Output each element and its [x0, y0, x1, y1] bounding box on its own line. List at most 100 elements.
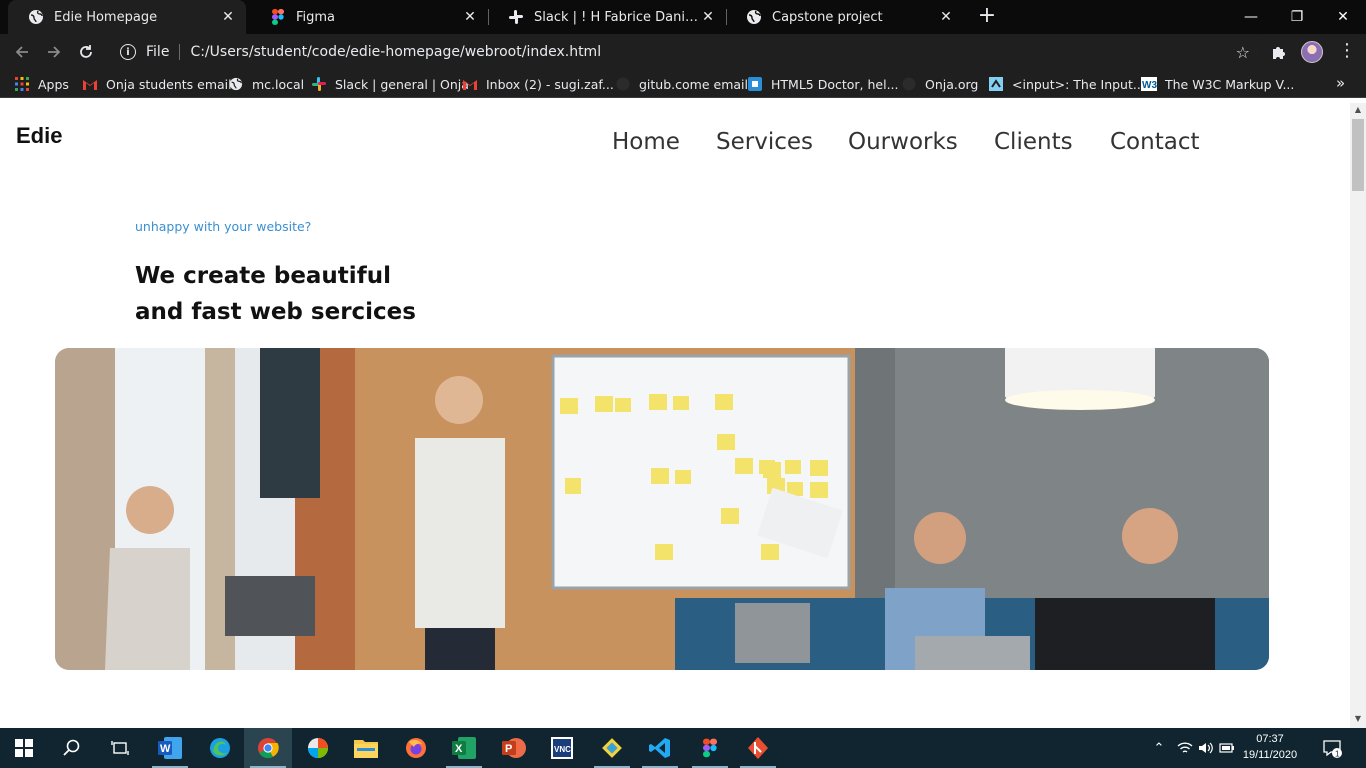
svg-text:W3: W3	[1142, 80, 1157, 91]
edge-app[interactable]	[196, 728, 244, 768]
headline-line-2: and fast web sercices	[135, 299, 416, 325]
photos-app[interactable]	[294, 728, 342, 768]
bookmark-label: Onja.org	[925, 76, 979, 92]
start-button[interactable]	[0, 728, 48, 768]
task-view-icon	[111, 741, 129, 755]
svg-text:P: P	[505, 743, 512, 755]
apps-grid-icon	[14, 76, 30, 92]
bookmark-github-email[interactable]: gitub.come email	[615, 74, 748, 94]
vnc-viewer-app[interactable]: VNC	[538, 728, 586, 768]
bookmark-mdn-input[interactable]: <input>: The Input...	[988, 74, 1145, 94]
bookmark-mc-local[interactable]: mc.local	[228, 74, 304, 94]
forward-arrow-icon	[48, 46, 61, 58]
bookmark-slack-general[interactable]: Slack | general | Onja	[311, 74, 469, 94]
windows-start-icon	[15, 739, 33, 757]
new-tab-button[interactable]: +	[976, 5, 998, 28]
tab-close-icon[interactable]: ✕	[462, 9, 478, 25]
tray-overflow-chevron-icon[interactable]: ⌃	[1150, 728, 1168, 768]
nav-contact[interactable]: Contact	[1110, 129, 1199, 155]
forward-button[interactable]	[42, 40, 66, 64]
scroll-up-arrow-icon[interactable]: ▲	[1350, 103, 1366, 117]
bookmarks-overflow-icon[interactable]: »	[1336, 74, 1345, 92]
minimize-button[interactable]: —	[1228, 0, 1274, 34]
svg-text:VNC: VNC	[554, 745, 571, 754]
bookmark-label: gitub.come email	[639, 76, 748, 92]
system-clock[interactable]: 07:37 19/11/2020	[1222, 731, 1318, 763]
figma-app[interactable]	[686, 728, 734, 768]
wifi-icon[interactable]	[1176, 728, 1194, 768]
git-app[interactable]	[588, 728, 636, 768]
close-window-button[interactable]: ✕	[1320, 0, 1366, 34]
browser-menu-icon[interactable]: ⋮	[1338, 41, 1356, 63]
chrome-app[interactable]	[244, 728, 292, 768]
tab-slack[interactable]: Slack | ! H Fabrice Daniel | Onja | ✕	[488, 0, 726, 34]
w3c-icon: W3	[1141, 76, 1157, 92]
nav-services[interactable]: Services	[716, 129, 813, 155]
tab-capstone-project[interactable]: Capstone project ✕	[726, 0, 964, 34]
hero-eyebrow: unhappy with your website?	[135, 219, 312, 234]
nav-clients[interactable]: Clients	[994, 129, 1073, 155]
bookmark-apps[interactable]: Apps	[14, 74, 69, 94]
extensions-puzzle-icon[interactable]	[1269, 42, 1289, 62]
onja-icon	[901, 76, 917, 92]
powerpoint-app[interactable]: P	[490, 728, 538, 768]
volume-icon[interactable]	[1197, 728, 1215, 768]
file-explorer-app[interactable]	[342, 728, 390, 768]
scroll-down-arrow-icon[interactable]: ▼	[1350, 712, 1366, 726]
excel-app[interactable]: X	[440, 728, 488, 768]
site-info-icon[interactable]: i	[120, 44, 136, 60]
figma-icon	[270, 9, 286, 25]
excel-icon: X	[452, 737, 476, 759]
vnc-viewer-icon: VNC	[551, 737, 573, 759]
hero-image	[55, 348, 1269, 670]
notification-center-icon[interactable]: 1	[1322, 738, 1342, 759]
bookmark-onja-org[interactable]: Onja.org	[901, 74, 978, 94]
vscode-app[interactable]	[636, 728, 684, 768]
edge-icon	[210, 738, 230, 758]
tab-close-icon[interactable]: ✕	[220, 9, 236, 25]
bookmark-label: Slack | general | Onja	[335, 76, 469, 92]
vscode-icon	[649, 738, 670, 758]
url-text[interactable]: C:/Users/student/code/edie-homepage/webr…	[190, 44, 601, 60]
bookmark-inbox[interactable]: Inbox (2) - sugi.zaf...	[462, 74, 614, 94]
back-button[interactable]	[10, 40, 34, 64]
profile-avatar[interactable]	[1301, 41, 1323, 63]
tab-close-icon[interactable]: ✕	[938, 9, 954, 25]
git-bash-app[interactable]	[734, 728, 782, 768]
bookmark-html5-doctor[interactable]: HTML5 Doctor, hel...	[747, 74, 899, 94]
html5doctor-icon	[747, 76, 763, 92]
search-button[interactable]	[48, 728, 96, 768]
address-bar[interactable]: i File C:/Users/student/code/edie-homepa…	[108, 38, 1264, 66]
firefox-app[interactable]	[392, 728, 440, 768]
bookmark-label: Inbox (2) - sugi.zaf...	[486, 76, 614, 92]
omnibox-divider	[179, 44, 181, 60]
bookmark-w3c-markup[interactable]: W3 The W3C Markup V...	[1141, 74, 1294, 94]
web-page: Edie Home Services Ourworks Clients Cont…	[0, 103, 1350, 728]
bookmark-label: mc.local	[252, 76, 305, 92]
tab-edie-homepage[interactable]: Edie Homepage ✕	[8, 0, 246, 34]
tab-figma[interactable]: Figma ✕	[250, 0, 488, 34]
slack-icon	[311, 76, 327, 92]
bookmark-onja-students-email[interactable]: Onja students email	[82, 74, 232, 94]
restore-button[interactable]: ❐	[1274, 0, 1320, 34]
reload-button[interactable]	[74, 40, 98, 64]
file-explorer-icon	[354, 740, 378, 758]
page-scrollbar[interactable]	[1350, 103, 1366, 728]
browser-tab-strip: Edie Homepage ✕ Figma ✕ Slack | ! H Fabr…	[0, 0, 1366, 34]
svg-text:W: W	[160, 743, 171, 755]
back-arrow-icon	[15, 46, 28, 58]
site-logo[interactable]: Edie	[16, 123, 62, 149]
scheme-label: File	[146, 44, 170, 60]
firefox-icon	[406, 738, 426, 758]
bookmark-label: Apps	[38, 76, 69, 92]
bookmark-star-icon[interactable]: ☆	[1236, 43, 1250, 62]
svg-text:X: X	[455, 743, 463, 755]
tab-close-icon[interactable]: ✕	[700, 9, 716, 25]
bookmark-label: The W3C Markup V...	[1165, 76, 1295, 92]
globe-icon	[28, 9, 44, 25]
scrollbar-thumb[interactable]	[1352, 119, 1364, 191]
task-view-button[interactable]	[96, 728, 144, 768]
nav-home[interactable]: Home	[612, 129, 680, 155]
nav-ourworks[interactable]: Ourworks	[848, 129, 958, 155]
word-app[interactable]: W	[146, 728, 194, 768]
